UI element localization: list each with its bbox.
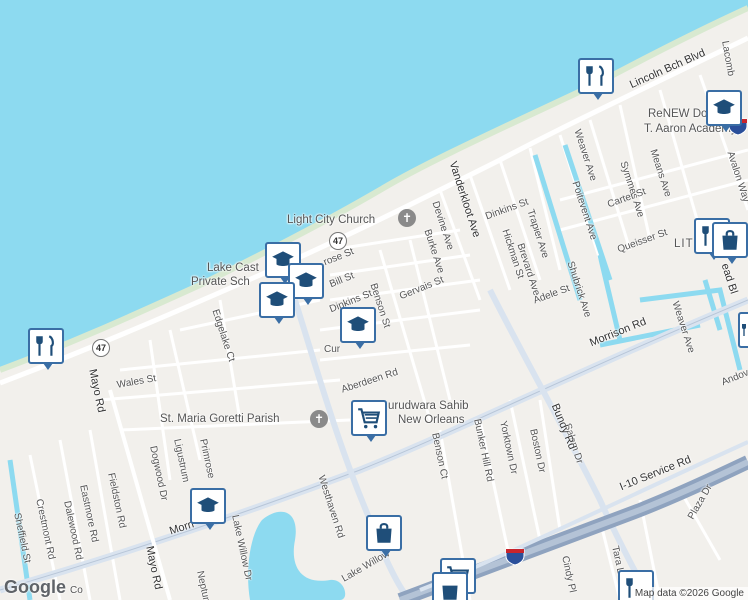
shopping-bag-icon — [722, 229, 738, 250]
school-icon-3 — [295, 272, 317, 287]
label-gurudwara-line1[interactable]: urudwara Sahib — [388, 400, 469, 412]
restaurant-icon-5 — [742, 324, 746, 336]
shopping-bag-icon-2 — [376, 522, 392, 543]
shopping-bag-pin-i10[interactable] — [432, 572, 468, 600]
google-logo[interactable]: Google — [4, 577, 66, 598]
shopping-bag-pin-east[interactable] — [712, 222, 748, 264]
label-renew-line1[interactable]: ReNEW Dol — [648, 108, 710, 120]
label-little[interactable]: LIT — [674, 238, 694, 250]
school-icon-6 — [197, 497, 219, 512]
label-light-city-church[interactable]: Light City Church — [287, 214, 375, 226]
label-st-maria-goretti[interactable]: St. Maria Goretti Parish — [160, 413, 280, 425]
interstate-10-shield — [505, 548, 525, 566]
school-icon-4 — [266, 291, 288, 306]
shopping-bag-pin-south[interactable] — [366, 515, 402, 557]
route-47-shield-north: 47 — [329, 232, 347, 250]
shopping-cart-pin-gurudwara[interactable] — [351, 400, 387, 442]
restaurant-pin-west[interactable] — [28, 328, 64, 370]
parish-icon[interactable]: ✝ — [310, 410, 328, 428]
restaurant-icon-3 — [36, 335, 54, 356]
school-pin-cur[interactable] — [340, 307, 376, 349]
map-canvas[interactable]: Lincoln Bch Blvd Lacomb Vanderkloot Ave … — [0, 0, 748, 600]
label-co: Co — [70, 585, 83, 596]
map-attribution[interactable]: Map data ©2026 Google — [630, 587, 748, 600]
school-pin-renew[interactable] — [706, 90, 742, 132]
school-pin-lake-castle-3[interactable] — [259, 282, 295, 324]
label-cur: Cur — [324, 344, 341, 355]
school-pin-morrison[interactable] — [190, 488, 226, 530]
restaurant-icon — [586, 65, 604, 86]
shopping-bag-icon-3 — [442, 585, 458, 600]
label-lake-castle-line2[interactable]: Private Sch — [191, 276, 250, 288]
shopping-cart-icon — [358, 408, 381, 429]
restaurant-pin-north[interactable] — [578, 58, 614, 100]
restaurant-pin-far-east[interactable] — [738, 312, 748, 348]
church-icon[interactable]: ✝ — [398, 209, 416, 227]
route-47-shield-west: 47 — [92, 339, 110, 357]
school-icon — [713, 99, 735, 114]
label-gurudwara-line2[interactable]: New Orleans — [398, 414, 464, 426]
label-lake-castle-line1[interactable]: Lake Cast — [207, 262, 259, 274]
school-icon-5 — [347, 316, 369, 331]
westhaven-road — [292, 299, 413, 600]
